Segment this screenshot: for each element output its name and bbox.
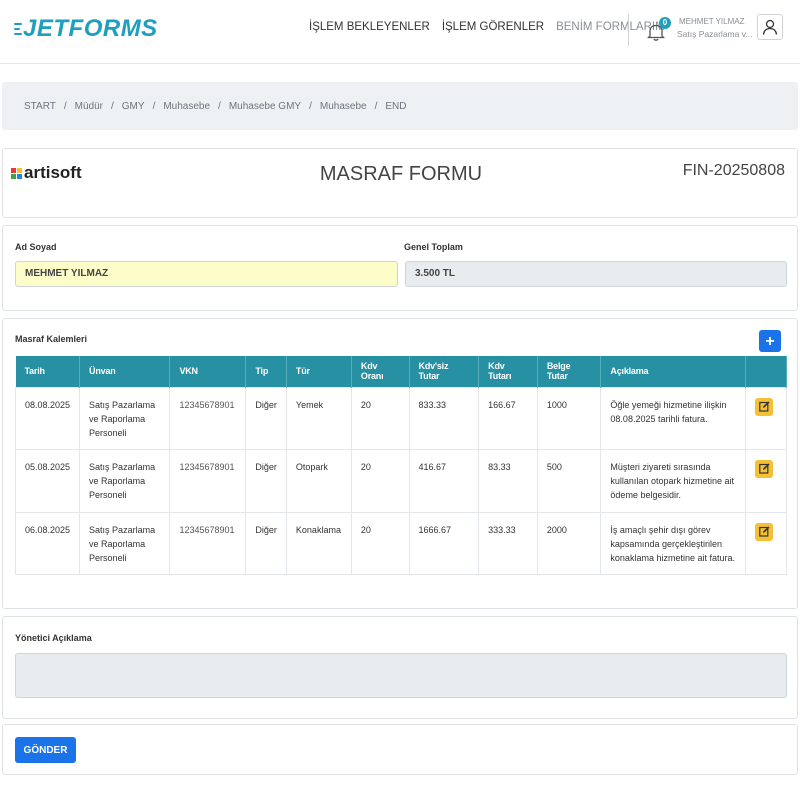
form-info-card: Ad Soyad MEHMET YILMAZ Genel Toplam 3.50…	[2, 225, 798, 311]
breadcrumb-item[interactable]: START	[24, 101, 56, 112]
col-kdv-orani: Kdv Oranı	[351, 356, 410, 387]
col-kdvsiz-tutar: Kdv'siz Tutar	[409, 356, 480, 387]
table-row: 06.08.2025 Satış Pazarlama ve Raporlama …	[14, 511, 787, 575]
expenses-table: Tarih Ünvan VKN Tip Tür Kdv Oranı Kdv'si…	[14, 356, 787, 575]
user-icon[interactable]	[757, 14, 783, 40]
cell-vat: 333.33	[478, 511, 538, 575]
cell-title: Satış Pazarlama ve Raporlama Personeli	[79, 386, 171, 450]
manager-note-card: Yönetici Açıklama	[2, 616, 798, 719]
cell-vkn: 12345678901	[169, 448, 247, 513]
edit-icon[interactable]	[755, 459, 774, 478]
expenses-title: Masraf Kalemleri	[15, 334, 88, 344]
cell-amount: 1000	[536, 386, 602, 450]
table-row: 05.08.2025 Satış Pazarlama ve Raporlama …	[14, 448, 787, 513]
col-unvan: Ünvan	[79, 356, 171, 387]
cell-date: 05.08.2025	[14, 448, 81, 513]
breadcrumb-separator: /	[152, 100, 156, 112]
total-label: Genel Toplam	[404, 242, 463, 252]
col-tur: Tür	[286, 356, 352, 387]
edit-icon[interactable]	[755, 522, 774, 541]
submit-card: GÖNDER	[2, 724, 798, 775]
col-kdv-tutari: Kdv Tutarı	[478, 356, 538, 387]
breadcrumb-separator: /	[374, 100, 378, 112]
form-number: FIN-20250808	[682, 162, 785, 179]
cell-rate: 20	[350, 448, 410, 513]
breadcrumb-separator: /	[218, 100, 221, 112]
cell-rate: 20	[350, 511, 410, 575]
cell-title: Satış Pazarlama ve Raporlama Personeli	[79, 448, 171, 513]
col-tip: Tip	[245, 356, 287, 387]
form-header-card: artisoft MASRAF FORMU FIN-20250808	[2, 148, 798, 218]
col-aciklama: Açıklama	[600, 356, 747, 387]
top-navbar: J ETFORMS İŞLEM BEKLEYENLER İŞLEM GÖRENLE…	[0, 0, 800, 64]
cell-actions	[745, 386, 787, 450]
add-expense-button[interactable]: +	[759, 330, 781, 352]
name-field[interactable]: MEHMET YILMAZ	[15, 261, 398, 287]
notification-badge: 0	[659, 17, 671, 29]
cell-kind: Otopark	[285, 448, 352, 513]
cell-amount: 500	[536, 448, 602, 513]
manager-note-textarea[interactable]	[15, 653, 787, 698]
cell-desc: Müşteri ziyareti sırasında kullanılan ot…	[600, 448, 747, 513]
cell-title: Satış Pazarlama ve Raporlama Personeli	[79, 511, 171, 575]
breadcrumb-item[interactable]: END	[385, 101, 406, 112]
breadcrumb-item[interactable]: Müdür	[75, 101, 103, 112]
table-header-row: Tarih Ünvan VKN Tip Tür Kdv Oranı Kdv'si…	[15, 356, 787, 387]
cell-desc: Öğle yemeği hizmetine ilişkin 08.08.2025…	[600, 386, 747, 450]
cell-type: Diğer	[245, 511, 287, 575]
logo-speed-lines	[14, 23, 22, 35]
breadcrumb-separator: /	[63, 100, 67, 112]
logo-lead: J	[23, 15, 37, 42]
nav-islem-gorenler[interactable]: İŞLEM GÖRENLER	[442, 21, 544, 33]
main-nav: İŞLEM BEKLEYENLER İŞLEM GÖRENLER BENİM F…	[309, 21, 665, 33]
cell-rate: 20	[350, 386, 410, 450]
name-label: Ad Soyad	[15, 242, 57, 252]
logo-text: ETFORMS	[36, 15, 158, 42]
breadcrumb-item[interactable]: GMY	[122, 101, 145, 112]
cell-net: 416.67	[408, 448, 480, 513]
nav-islem-bekleyenler[interactable]: İŞLEM BEKLEYENLER	[309, 21, 430, 33]
cell-desc: İş amaçlı şehir dışı görev kapsamında ge…	[600, 511, 747, 575]
cell-type: Diğer	[245, 448, 287, 513]
edit-icon[interactable]	[755, 397, 774, 416]
total-field: 3.500 TL	[405, 261, 787, 287]
cell-actions	[745, 511, 787, 575]
col-belge-tutar: Belge Tutar	[537, 356, 602, 387]
col-actions	[745, 356, 787, 387]
cell-amount: 2000	[536, 511, 602, 575]
cell-net: 1666.67	[408, 511, 480, 575]
table-row: 08.08.2025 Satış Pazarlama ve Raporlama …	[14, 386, 787, 450]
breadcrumb-item[interactable]: Muhasebe	[163, 101, 210, 112]
cell-vat: 166.67	[478, 386, 538, 450]
cell-kind: Konaklama	[285, 511, 352, 575]
cell-vat: 83.33	[478, 448, 538, 513]
header-divider	[628, 14, 629, 46]
cell-date: 08.08.2025	[14, 386, 81, 450]
cell-net: 833.33	[408, 386, 480, 450]
cell-kind: Yemek	[285, 386, 352, 450]
manager-note-label: Yönetici Açıklama	[15, 633, 92, 643]
breadcrumb: START / Müdür / GMY / Muhasebe / Muhasebe GM…	[2, 82, 798, 130]
cell-type: Diğer	[245, 386, 287, 450]
expenses-card: Masraf Kalemleri + Tarih Ünvan VKN Tip T…	[2, 318, 798, 609]
breadcrumb-separator: /	[111, 100, 114, 112]
col-vkn: VKN	[169, 356, 247, 387]
user-role: Satış Pazarlama v...	[677, 29, 753, 39]
submit-button[interactable]: GÖNDER	[15, 737, 76, 763]
cell-date: 06.08.2025	[14, 511, 81, 575]
breadcrumb-item[interactable]: Muhasebe	[320, 101, 367, 112]
col-tarih: Tarih	[15, 356, 81, 387]
breadcrumb-separator: /	[309, 100, 312, 112]
jetforms-logo[interactable]: J ETFORMS	[14, 14, 158, 44]
user-name: MEHMET YILMAZ	[679, 17, 745, 26]
form-title: MASRAF FORMU	[319, 163, 483, 185]
breadcrumb-item[interactable]: Muhasebe GMY	[229, 101, 301, 112]
cell-actions	[745, 448, 787, 513]
cell-vkn: 12345678901	[169, 511, 247, 575]
cell-vkn: 12345678901	[169, 386, 247, 450]
